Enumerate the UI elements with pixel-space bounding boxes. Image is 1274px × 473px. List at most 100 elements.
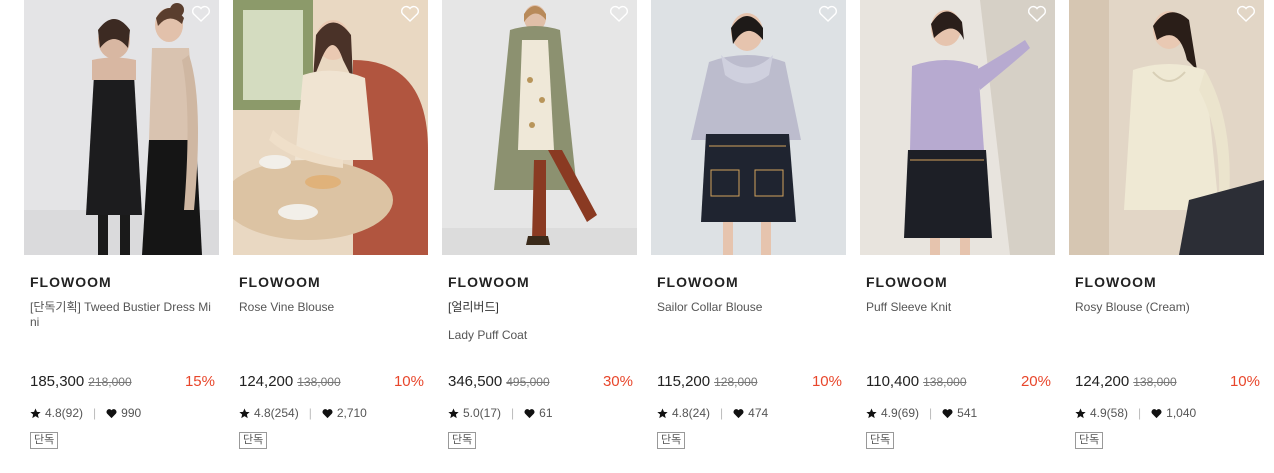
heart-icon <box>106 408 117 419</box>
sale-price: 185,300 <box>30 373 85 390</box>
product-meta: 4.8(92) | 990 <box>30 406 141 420</box>
exclusive-badge: 단독 <box>1075 432 1104 449</box>
product-image[interactable] <box>1069 0 1264 255</box>
wishlist-heart-icon[interactable] <box>1027 5 1047 23</box>
star-icon <box>866 407 877 419</box>
rating-text: 4.9(58) <box>1090 406 1129 420</box>
sale-price: 124,200 <box>1075 373 1130 390</box>
product-name-text[interactable]: Sailor Collar Blouse <box>657 300 843 315</box>
product-price: 124,200 138,000 <box>1075 373 1177 390</box>
sale-price: 124,200 <box>239 373 294 390</box>
product-brand[interactable]: FLOWOOM <box>1075 274 1157 290</box>
product-price: 124,200 138,000 <box>239 373 341 390</box>
star-icon <box>239 407 250 419</box>
original-price: 218,000 <box>88 375 132 389</box>
product-name[interactable]: [얼리버드] Lady Puff Coat <box>448 300 634 343</box>
star-icon <box>448 407 459 419</box>
product-card[interactable]: FLOWOOM [단독기획] Tweed Bustier Dress Mini … <box>24 0 219 473</box>
wishlist-heart-icon[interactable] <box>609 5 629 23</box>
star-icon <box>1075 407 1086 419</box>
product-image[interactable] <box>651 0 846 255</box>
product-card[interactable]: FLOWOOM Puff Sleeve Knit 110,400 138,000 … <box>860 0 1055 473</box>
product-meta: 4.9(58) | 1,040 <box>1075 406 1196 420</box>
discount-rate: 15% <box>184 373 215 390</box>
likes-count: 61 <box>539 406 553 420</box>
likes-count: 990 <box>121 406 142 420</box>
product-name[interactable]: Rosy Blouse (Cream) <box>1075 300 1261 315</box>
product-card[interactable]: FLOWOOM [얼리버드] Lady Puff Coat 346,500 495… <box>442 0 637 473</box>
original-price: 138,000 <box>297 375 341 389</box>
exclusive-badge: 단독 <box>657 432 686 449</box>
divider: | <box>1138 406 1142 420</box>
exclusive-badge: 단독 <box>239 432 268 449</box>
likes-count: 541 <box>957 406 978 420</box>
product-meta: 5.0(17) | 61 <box>448 406 553 420</box>
product-brand[interactable]: FLOWOOM <box>866 274 948 290</box>
product-price: 185,300 218,000 <box>30 373 132 390</box>
rating-text: 5.0(17) <box>463 406 502 420</box>
discount-rate: 30% <box>602 373 633 390</box>
heart-icon <box>1151 408 1162 419</box>
rating-text: 4.8(24) <box>672 406 711 420</box>
original-price: 128,000 <box>714 375 758 389</box>
discount-rate: 10% <box>811 373 842 390</box>
product-card[interactable]: FLOWOOM Rose Vine Blouse 124,200 138,000 … <box>233 0 428 473</box>
exclusive-badge: 단독 <box>448 432 477 449</box>
product-meta: 4.8(24) | 474 <box>657 406 768 420</box>
original-price: 138,000 <box>923 375 967 389</box>
rating-text: 4.9(69) <box>881 406 920 420</box>
rating-text: 4.8(92) <box>45 406 84 420</box>
likes-count: 2,710 <box>336 406 367 420</box>
product-name[interactable]: Sailor Collar Blouse <box>657 300 843 315</box>
product-name-prefix[interactable]: [얼리버드] <box>448 300 634 315</box>
product-image[interactable] <box>442 0 637 255</box>
divider: | <box>720 406 724 420</box>
product-image[interactable] <box>24 0 219 255</box>
product-meta: 4.9(69) | 541 <box>866 406 977 420</box>
product-price: 115,200 128,000 <box>657 373 758 390</box>
product-brand[interactable]: FLOWOOM <box>239 274 321 290</box>
likes-count: 1,040 <box>1166 406 1197 420</box>
divider: | <box>308 406 312 420</box>
likes-count: 474 <box>748 406 769 420</box>
product-name[interactable]: [단독기획] Tweed Bustier Dress Mini <box>30 300 216 330</box>
product-name-text[interactable]: Lady Puff Coat <box>448 328 634 343</box>
divider: | <box>511 406 515 420</box>
product-card[interactable]: FLOWOOM Sailor Collar Blouse 115,200 128,… <box>651 0 846 473</box>
sale-price: 110,400 <box>866 373 920 390</box>
wishlist-heart-icon[interactable] <box>818 5 838 23</box>
heart-icon <box>524 408 535 419</box>
star-icon <box>657 407 668 419</box>
product-name-text[interactable]: Rose Vine Blouse <box>239 300 425 315</box>
heart-icon <box>942 408 953 419</box>
divider: | <box>929 406 933 420</box>
sale-price: 115,200 <box>657 373 711 390</box>
product-brand[interactable]: FLOWOOM <box>30 274 112 290</box>
wishlist-heart-icon[interactable] <box>1236 5 1256 23</box>
product-brand[interactable]: FLOWOOM <box>657 274 739 290</box>
exclusive-badge: 단독 <box>866 432 895 449</box>
exclusive-badge: 단독 <box>30 432 59 449</box>
discount-rate: 10% <box>1229 373 1260 390</box>
star-icon <box>30 407 41 419</box>
product-name[interactable]: Puff Sleeve Knit <box>866 300 1052 315</box>
product-brand[interactable]: FLOWOOM <box>448 274 530 290</box>
product-card[interactable]: FLOWOOM Rosy Blouse (Cream) 124,200 138,0… <box>1069 0 1264 473</box>
divider: | <box>93 406 97 420</box>
product-name-text[interactable]: Rosy Blouse (Cream) <box>1075 300 1261 315</box>
wishlist-heart-icon[interactable] <box>400 5 420 23</box>
original-price: 138,000 <box>1133 375 1177 389</box>
heart-icon <box>322 408 333 419</box>
product-price: 346,500 495,000 <box>448 373 550 390</box>
discount-rate: 20% <box>1020 373 1051 390</box>
original-price: 495,000 <box>506 375 550 389</box>
heart-icon <box>733 408 744 419</box>
product-name[interactable]: Rose Vine Blouse <box>239 300 425 315</box>
product-name-text[interactable]: Puff Sleeve Knit <box>866 300 1052 315</box>
wishlist-heart-icon[interactable] <box>191 5 211 23</box>
product-image[interactable] <box>233 0 428 255</box>
product-grid: FLOWOOM [단독기획] Tweed Bustier Dress Mini … <box>24 0 1274 473</box>
rating-text: 4.8(254) <box>254 406 299 420</box>
product-name-text[interactable]: [단독기획] Tweed Bustier Dress Mini <box>30 300 216 330</box>
product-image[interactable] <box>860 0 1055 255</box>
